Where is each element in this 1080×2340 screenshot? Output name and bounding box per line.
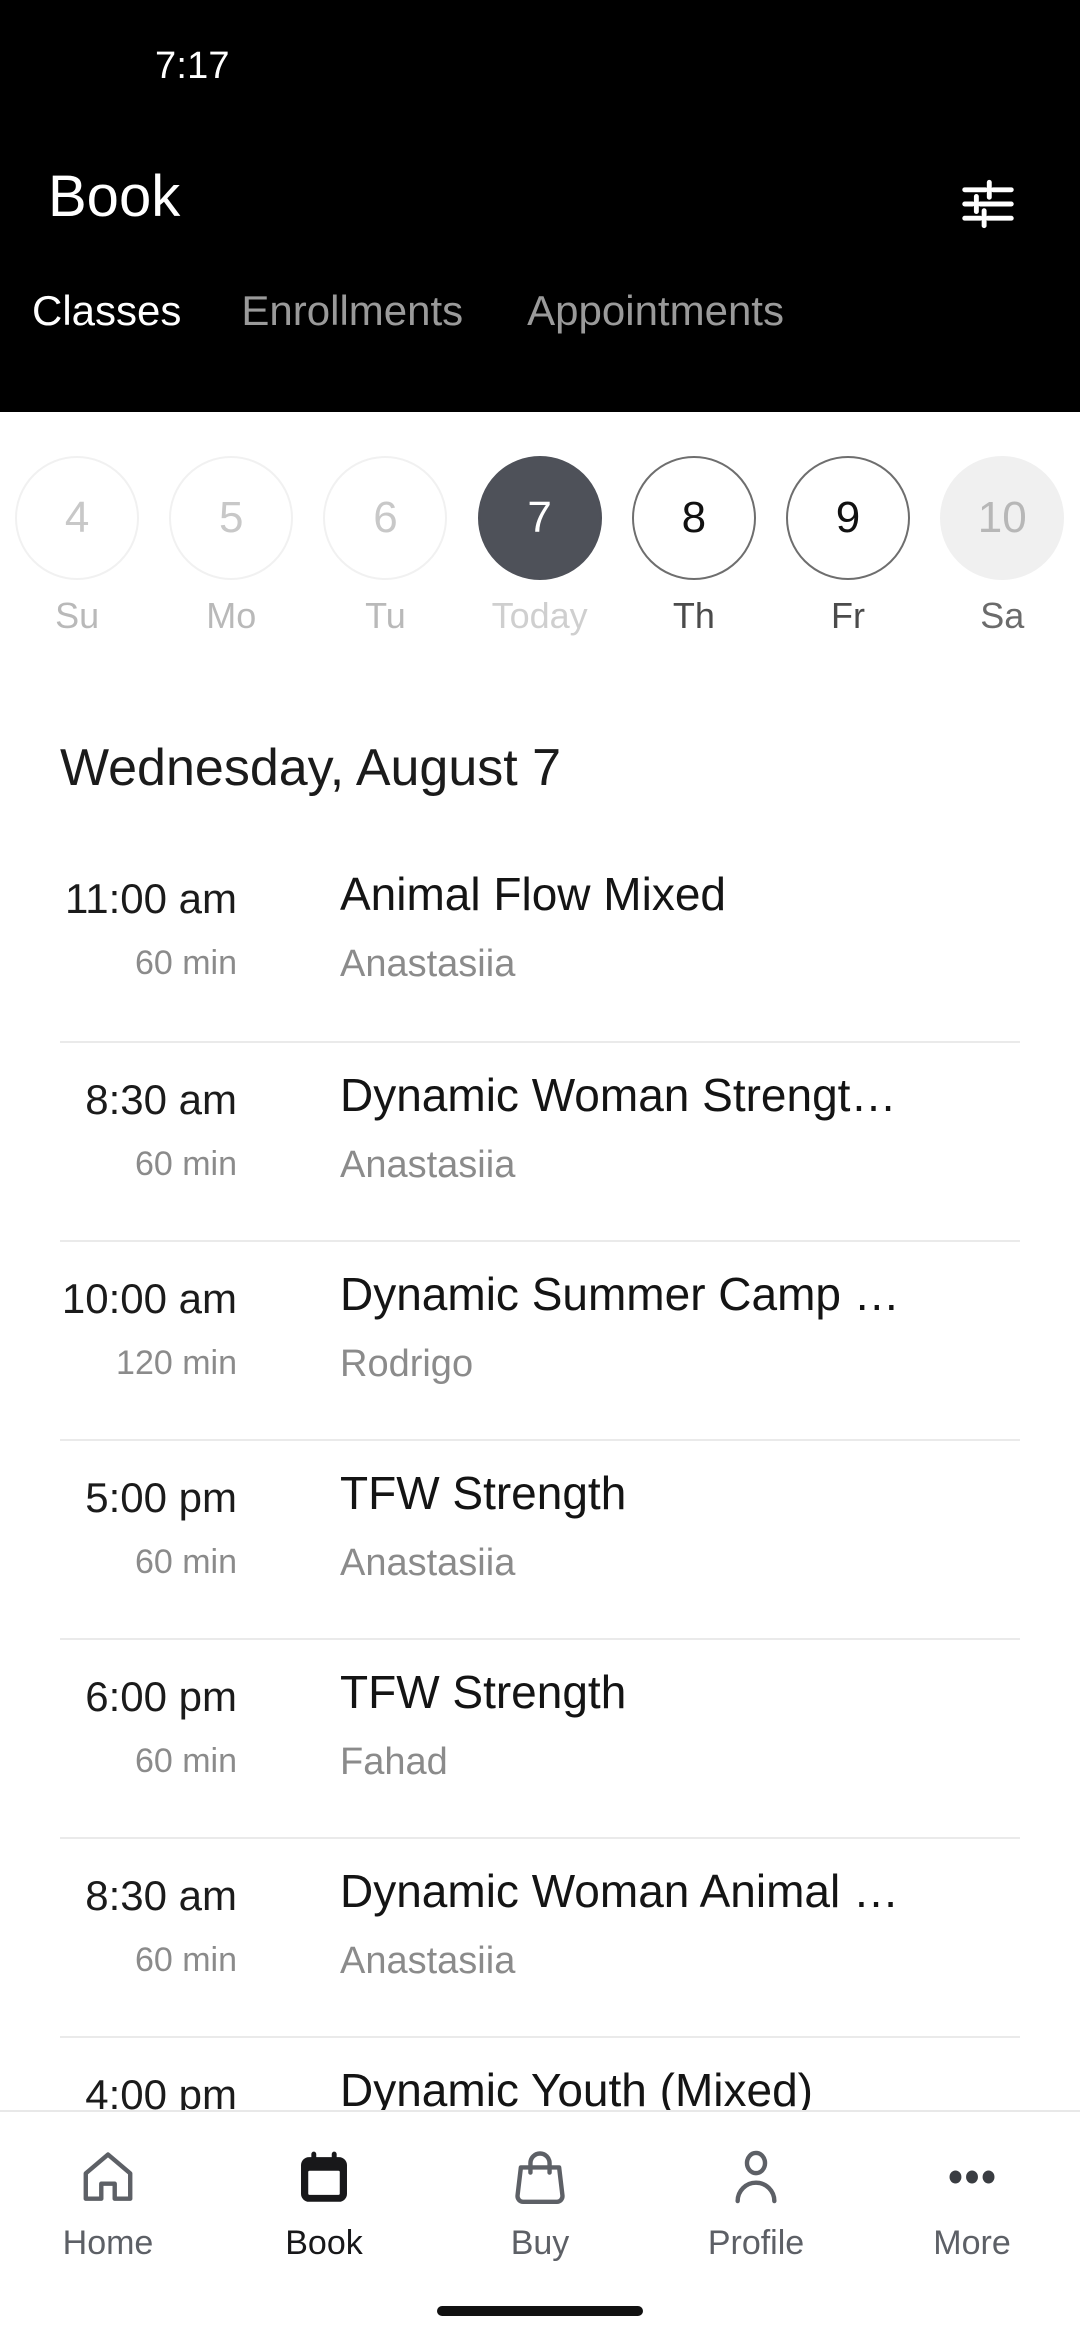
date-pill-label: Fr	[831, 595, 866, 636]
date-pill-number: 10	[940, 456, 1065, 580]
class-time-column: 6:00 pm 60 min	[0, 1673, 237, 1780]
class-list[interactable]: 11:00 am 60 min Animal Flow Mixed Anasta…	[0, 842, 1080, 2110]
class-title: Dynamic Youth (Mixed)	[340, 2064, 813, 2110]
nav-label-book: Book	[285, 2224, 363, 2262]
class-info-column: Dynamic Summer Camp … Rodrigo	[340, 1268, 1040, 1383]
class-time-column: 11:00 am 60 min	[0, 875, 237, 982]
class-duration: 60 min	[134, 944, 237, 982]
date-pill-6[interactable]: 6 Tu	[308, 456, 462, 634]
class-list-row[interactable]: 10:00 am 120 min Dynamic Summer Camp … R…	[60, 1240, 1020, 1439]
filter-button[interactable]	[940, 156, 1036, 252]
tab-classes[interactable]: Classes	[32, 290, 181, 332]
date-pill-label: Today	[491, 595, 588, 636]
class-title: TFW Strength	[340, 1666, 627, 1718]
class-list-row[interactable]: 8:30 am 60 min Dynamic Woman Strengt… An…	[60, 1041, 1020, 1240]
date-pill-10[interactable]: 10 Sa	[925, 456, 1079, 634]
class-title: Dynamic Woman Strengt…	[340, 1069, 897, 1121]
class-duration: 60 min	[134, 1543, 237, 1581]
class-start-time: 4:00 pm	[85, 2071, 237, 2111]
date-pill-9[interactable]: 9 Fr	[771, 456, 925, 634]
class-info-column: TFW Strength Anastasiia	[340, 1467, 1040, 1582]
class-info-column: Dynamic Woman Animal … Anastasiia	[340, 1865, 1040, 1980]
class-start-time: 11:00 am	[65, 875, 237, 922]
class-time-column: 8:30 am 60 min	[0, 1076, 237, 1183]
selected-date-heading: Wednesday, August 7	[60, 739, 562, 797]
home-indicator	[437, 2306, 643, 2316]
page-title: Book	[48, 164, 181, 229]
date-pill-number: 7	[477, 456, 602, 580]
nav-item-home[interactable]: Home	[0, 2140, 216, 2260]
class-instructor: Fahad	[340, 1740, 448, 1783]
date-selector[interactable]: 4 Su 5 Mo 6 Tu 7 Today 8 Th 9 Fr 10 Sa	[0, 412, 1080, 682]
tab-enrollments[interactable]: Enrollments	[241, 290, 463, 332]
class-duration: 60 min	[134, 1742, 237, 1780]
home-icon	[83, 2152, 133, 2201]
status-bar-clock: 7:17	[155, 45, 230, 87]
class-instructor: Anastasiia	[340, 1143, 516, 1186]
class-instructor: Rodrigo	[340, 1342, 474, 1385]
top-black-region: 7:17 Book Classes Enrollments Appointmen…	[0, 0, 1080, 412]
class-title: Dynamic Summer Camp …	[340, 1268, 900, 1320]
date-pill-number: 9	[786, 456, 911, 580]
date-pill-5[interactable]: 5 Mo	[154, 456, 308, 634]
nav-item-profile[interactable]: Profile	[648, 2140, 864, 2260]
class-info-column: Animal Flow Mixed Anastasiia	[340, 868, 1040, 983]
class-info-column: Dynamic Youth (Mixed)	[340, 2064, 1040, 2110]
class-title: Animal Flow Mixed	[340, 868, 726, 920]
class-duration: 60 min	[134, 1941, 237, 1979]
class-list-row[interactable]: 4:00 pm Dynamic Youth (Mixed)	[60, 2036, 1020, 2110]
date-pill-number: 4	[15, 456, 140, 580]
date-pill-number: 8	[631, 456, 756, 580]
nav-label-home: Home	[62, 2224, 154, 2262]
nav-label-more: More	[933, 2224, 1011, 2262]
person-icon	[735, 2150, 777, 2204]
date-pill-4[interactable]: 4 Su	[0, 456, 154, 634]
class-time-column: 5:00 pm 60 min	[0, 1474, 237, 1581]
date-pill-label: Tu	[365, 595, 406, 636]
class-duration: 60 min	[134, 1145, 237, 1183]
class-time-column: 8:30 am 60 min	[0, 1872, 237, 1979]
class-start-time: 10:00 am	[61, 1275, 237, 1322]
class-list-row[interactable]: 6:00 pm 60 min TFW Strength Fahad	[60, 1638, 1020, 1837]
tab-bar: Classes Enrollments Appointments	[0, 290, 1080, 400]
nav-item-more[interactable]: More	[864, 2140, 1080, 2260]
status-bar: 7:17	[0, 0, 1080, 118]
nav-label-profile: Profile	[707, 2224, 805, 2262]
date-pill-8[interactable]: 8 Th	[617, 456, 771, 634]
class-duration: 120 min	[116, 1344, 237, 1382]
three-dots-icon	[949, 2170, 995, 2184]
date-pill-label: Sa	[980, 595, 1025, 636]
class-list-row[interactable]: 11:00 am 60 min Animal Flow Mixed Anasta…	[0, 842, 1080, 1041]
class-title: TFW Strength	[340, 1467, 627, 1519]
date-pill-number: 5	[169, 456, 294, 580]
class-start-time: 5:00 pm	[85, 1474, 237, 1521]
class-title: Dynamic Woman Animal …	[340, 1865, 899, 1917]
class-instructor: Anastasiia	[340, 1939, 516, 1982]
app-bar: Book	[0, 118, 1080, 278]
date-pill-7-today[interactable]: 7 Today	[463, 456, 617, 634]
class-instructor: Anastasiia	[340, 942, 516, 985]
class-list-row[interactable]: 5:00 pm 60 min TFW Strength Anastasiia	[60, 1439, 1020, 1638]
nav-item-book[interactable]: Book	[216, 2140, 432, 2260]
tab-appointments[interactable]: Appointments	[527, 290, 784, 332]
app-screen: 7:17 Book Classes Enrollments Appointmen…	[0, 0, 1080, 2340]
date-pill-label: Su	[55, 595, 100, 636]
class-start-time: 8:30 am	[85, 1872, 237, 1919]
class-list-row[interactable]: 8:30 am 60 min Dynamic Woman Animal … An…	[60, 1837, 1020, 2036]
nav-label-buy: Buy	[510, 2224, 570, 2262]
class-info-column: Dynamic Woman Strengt… Anastasiia	[340, 1069, 1040, 1184]
class-start-time: 8:30 am	[85, 1076, 237, 1123]
class-instructor: Anastasiia	[340, 1541, 516, 1584]
date-pill-label: Th	[672, 595, 715, 636]
calendar-icon	[301, 2151, 347, 2202]
tune-sliders-icon	[962, 179, 1014, 229]
class-start-time: 6:00 pm	[85, 1673, 237, 1720]
class-info-column: TFW Strength Fahad	[340, 1666, 1040, 1781]
shopping-bag-icon	[515, 2151, 565, 2204]
date-pill-number: 6	[323, 456, 448, 580]
nav-item-buy[interactable]: Buy	[432, 2140, 648, 2260]
date-pill-label: Mo	[206, 595, 257, 636]
class-time-column: 10:00 am 120 min	[0, 1275, 237, 1382]
class-time-column: 4:00 pm	[0, 2071, 237, 2111]
